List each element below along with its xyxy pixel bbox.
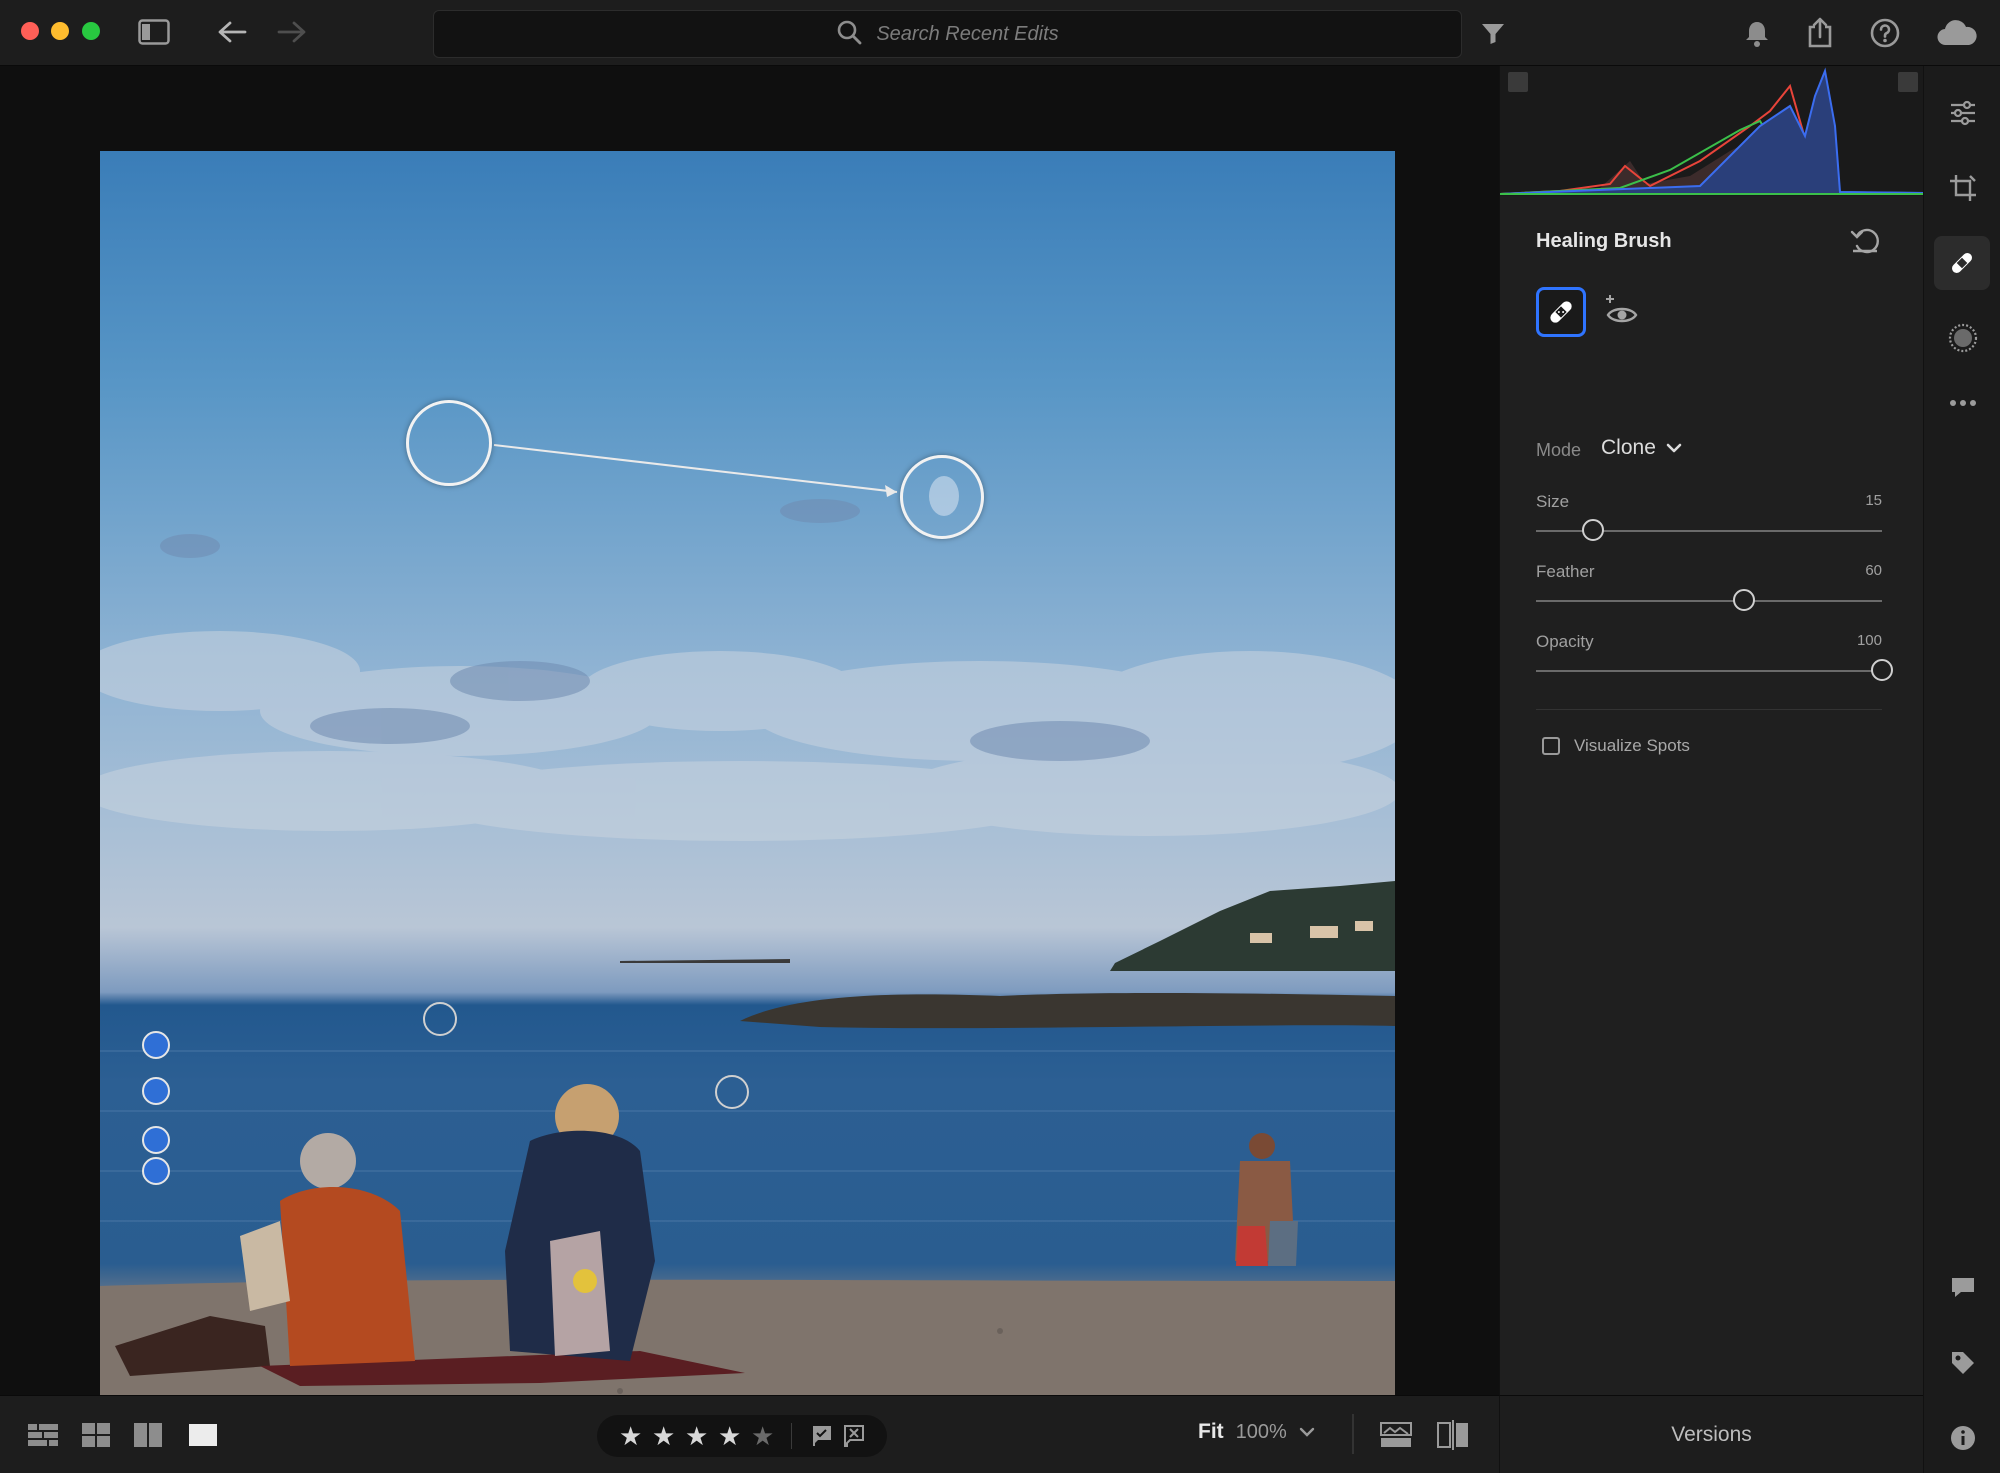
bell-icon[interactable] (1740, 16, 1774, 50)
sidebar-toggle-icon[interactable] (136, 16, 172, 48)
slider-knob[interactable] (1871, 659, 1893, 681)
slider-track[interactable] (1536, 600, 1882, 602)
tool-rail (1923, 66, 2000, 1473)
bandage-icon (1550, 301, 1572, 323)
eye-icon (1606, 295, 1638, 323)
reset-icon[interactable] (1849, 226, 1881, 258)
compare-icon[interactable] (134, 1423, 162, 1452)
histogram (1499, 66, 1925, 196)
edit-sliders-icon[interactable] (1924, 86, 2000, 140)
search-icon (836, 19, 862, 50)
shadow-clip-toggle[interactable] (1508, 72, 1528, 92)
rating-star[interactable]: ★ (685, 1422, 708, 1450)
slider-label: Opacity (1536, 632, 1594, 651)
versions-button[interactable]: Versions (1499, 1395, 1923, 1473)
mode-value: Clone (1601, 436, 1656, 459)
chevron-down-icon (1666, 443, 1682, 453)
slider-value: 15 (1865, 492, 1882, 509)
heal-spot-selected[interactable] (142, 1126, 170, 1154)
edit-panel: Healing Brush Mode Clone Size 15 Feather… (1499, 66, 1925, 1395)
clone-overlay (493, 444, 898, 497)
heal-spot-selected[interactable] (142, 1077, 170, 1105)
versions-label: Versions (1671, 1422, 1752, 1446)
grid-large-icon[interactable] (82, 1423, 110, 1452)
more-icon[interactable] (1924, 376, 2000, 430)
rating-star[interactable]: ★ (751, 1422, 774, 1450)
visualize-spots-toggle[interactable]: Visualize Spots (1542, 736, 1690, 756)
divider (791, 1423, 792, 1449)
zoom-fit-label[interactable]: Fit (1198, 1420, 1224, 1444)
moon-glow (929, 476, 959, 516)
zoom-control[interactable]: Fit 100% (1198, 1420, 1315, 1444)
beach-photo[interactable] (100, 151, 1395, 1445)
rating-star[interactable]: ★ (652, 1422, 675, 1450)
red-eye-tool-button[interactable] (1602, 291, 1646, 335)
info-icon[interactable] (1924, 1411, 2000, 1465)
before-after-icon[interactable] (1380, 1422, 1412, 1453)
search-input[interactable]: Search Recent Edits (433, 10, 1462, 58)
rating-star[interactable]: ★ (718, 1422, 741, 1450)
close-window-button[interactable] (21, 22, 39, 40)
masking-icon[interactable] (1924, 311, 2000, 365)
heal-tool-button[interactable] (1536, 287, 1586, 337)
split-view-icon[interactable] (1437, 1420, 1469, 1455)
forward-arrow-icon[interactable] (274, 16, 310, 48)
search-placeholder: Search Recent Edits (876, 22, 1059, 45)
crop-icon[interactable] (1924, 161, 2000, 215)
zoom-window-button[interactable] (82, 22, 100, 40)
heal-spot-selected[interactable] (142, 1031, 170, 1059)
photo-canvas[interactable] (0, 66, 1499, 1445)
mode-label: Mode (1536, 440, 1582, 460)
heal-spot[interactable] (715, 1075, 749, 1109)
minimize-window-button[interactable] (51, 22, 69, 40)
slider-label: Feather (1536, 562, 1595, 581)
divider (1536, 709, 1882, 710)
heal-spot-selected[interactable] (142, 1157, 170, 1185)
slider-knob[interactable] (1732, 589, 1755, 611)
share-icon[interactable] (1803, 14, 1837, 50)
help-icon[interactable] (1867, 15, 1903, 51)
rating-star[interactable]: ★ (619, 1422, 642, 1450)
slider-knob[interactable] (1582, 519, 1605, 541)
cloud-icon[interactable] (1935, 16, 1979, 50)
flag-pick-icon[interactable] (811, 1425, 833, 1452)
mode-dropdown[interactable]: Clone (1601, 436, 1682, 460)
slider-label: Size (1536, 492, 1570, 511)
panel-title: Healing Brush (1536, 230, 1672, 252)
title-bar: Search Recent Edits (0, 0, 2000, 66)
zoom-percent[interactable]: 100% (1236, 1421, 1287, 1444)
heal-spot[interactable] (423, 1002, 457, 1036)
grid-small-icon[interactable] (28, 1424, 58, 1451)
flag-reject-icon[interactable] (843, 1425, 865, 1452)
histogram-graph (1499, 67, 1925, 195)
chevron-down-icon[interactable] (1299, 1426, 1315, 1438)
slider-track[interactable] (1536, 670, 1882, 672)
slider-value: 60 (1865, 562, 1882, 579)
clone-destination-spot[interactable] (900, 455, 984, 539)
filter-icon[interactable] (1478, 18, 1508, 48)
visualize-spots-checkbox[interactable] (1542, 737, 1560, 755)
single-view-icon[interactable] (189, 1424, 217, 1451)
healing-bandage-icon[interactable] (1934, 236, 1990, 290)
back-arrow-icon[interactable] (214, 16, 250, 48)
tag-icon[interactable] (1924, 1336, 2000, 1390)
highlight-clip-toggle[interactable] (1898, 72, 1918, 92)
comment-icon[interactable] (1924, 1261, 2000, 1315)
slider-value: 100 (1856, 632, 1882, 649)
rating-flag-bar: ★ ★ ★ ★ ★ (597, 1415, 887, 1457)
clone-source-spot[interactable] (406, 400, 492, 486)
visualize-spots-label: Visualize Spots (1574, 736, 1690, 755)
divider (1352, 1414, 1354, 1454)
